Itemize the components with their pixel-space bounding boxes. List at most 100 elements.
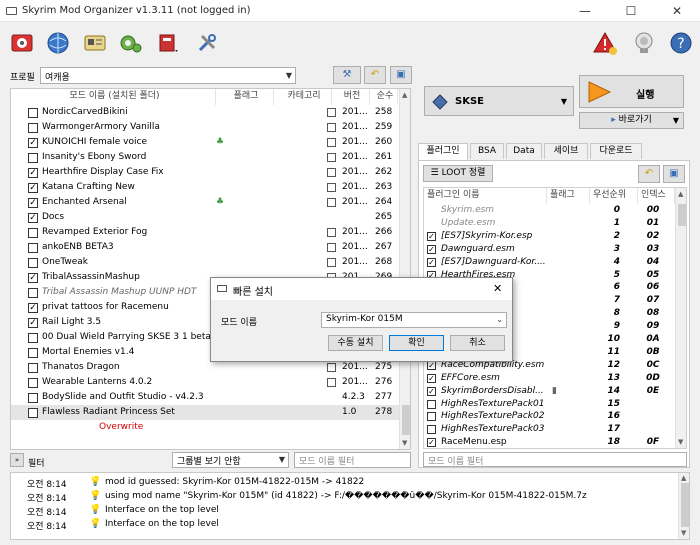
mod-row[interactable]: ✓ Katana Crafting New 201... 263 — [11, 180, 399, 195]
scroll-thumb[interactable] — [681, 483, 689, 527]
mod-checkbox[interactable] — [28, 393, 38, 403]
col-plugin-priority[interactable]: 우선순위 — [590, 188, 638, 204]
mod-checkbox[interactable] — [28, 108, 38, 118]
create-backup-button[interactable]: ▣ — [390, 66, 412, 84]
tab-saves[interactable]: 세이브 — [544, 143, 588, 159]
plugin-row[interactable]: ✓ [ES7]Dawnguard-Kor.... 4 04 — [424, 256, 675, 269]
mod-checkbox[interactable] — [28, 348, 38, 358]
toggle-filter-button[interactable]: » — [10, 453, 24, 467]
minimize-button[interactable]: — — [562, 0, 608, 22]
instance-icon[interactable] — [9, 30, 35, 56]
mod-checkbox[interactable]: ✓ — [28, 213, 38, 223]
mod-checkbox[interactable] — [28, 228, 38, 238]
plugins-backup-button[interactable]: ▣ — [663, 165, 685, 183]
log-scrollbar[interactable]: ▲ ▼ — [678, 473, 689, 539]
mod-checkbox[interactable] — [28, 243, 38, 253]
tab-bsa[interactable]: BSA — [470, 143, 504, 159]
plugin-row[interactable]: Update.esm 1 01 — [424, 217, 675, 230]
mod-checkbox[interactable] — [28, 153, 38, 163]
col-priority[interactable]: 순수 — [370, 89, 398, 105]
tab-data[interactable]: Data — [506, 143, 542, 159]
settings-icon[interactable] — [194, 30, 220, 56]
plugin-row[interactable]: ✓ SkyrimBordersDisabl... ▮ 14 0E — [424, 385, 675, 398]
col-mod-name[interactable]: 모드 이름 (설치된 폴더) — [11, 89, 216, 105]
mod-checkbox[interactable]: ✓ — [28, 198, 38, 208]
mod-checkbox[interactable] — [28, 333, 38, 343]
plugin-checkbox[interactable] — [427, 399, 436, 409]
mod-checkbox[interactable] — [28, 288, 38, 298]
mod-checkbox[interactable] — [28, 258, 38, 268]
browser-icon[interactable] — [45, 30, 71, 56]
run-button[interactable]: 실행 — [579, 75, 684, 108]
profile-select[interactable]: 여캐용 ▼ — [40, 67, 296, 84]
executables-icon[interactable] — [117, 30, 143, 56]
scroll-thumb[interactable] — [678, 204, 686, 226]
mod-row[interactable]: OneTweak 201... 268 — [11, 255, 399, 270]
mod-checkbox[interactable] — [28, 378, 38, 388]
mod-checkbox[interactable]: ✓ — [28, 183, 38, 193]
col-plugin-flags[interactable]: 플래그 — [547, 188, 590, 204]
mod-row[interactable]: ✓ Hearthfire Display Case Fix 201... 262 — [11, 165, 399, 180]
mod-list[interactable]: 모드 이름 (설치된 폴더) 플래그 카테고리 버전 순수 NordicCarv… — [10, 88, 411, 450]
overwrite-row[interactable]: Overwrite — [11, 420, 399, 435]
restore-backup-button[interactable]: ↶ — [364, 66, 386, 84]
mod-row[interactable]: Wearable Lanterns 4.0.2 201... 276 — [11, 375, 399, 390]
dialog-close-button[interactable]: ✕ — [493, 282, 502, 295]
plugin-checkbox[interactable] — [427, 412, 436, 422]
close-button[interactable]: ✕ — [654, 0, 700, 22]
mod-row[interactable]: WarmongerArmory Vanilla 201... 259 — [11, 120, 399, 135]
scroll-thumb[interactable] — [402, 405, 410, 435]
plugin-checkbox[interactable]: ✓ — [427, 373, 436, 383]
loot-sort-button[interactable]: ☰ LOOT 정렬 — [423, 165, 493, 182]
plugin-checkbox[interactable]: ✓ — [427, 360, 436, 370]
mod-row[interactable]: Insanity's Ebony Sword 201... 261 — [11, 150, 399, 165]
plugin-checkbox[interactable]: ✓ — [427, 231, 436, 241]
mod-row[interactable]: ✓ Docs 265 — [11, 210, 399, 225]
mod-row[interactable]: Flawless Radiant Princess Set 1.0 278 — [11, 405, 399, 420]
plugin-checkbox[interactable]: ✓ — [427, 438, 436, 448]
plugin-checkbox[interactable]: ✓ — [427, 244, 436, 254]
plugins-restore-button[interactable]: ↶ — [638, 165, 660, 183]
mod-row[interactable]: ✓ Enchanted Arsenal ♣ 201... 264 — [11, 195, 399, 210]
ok-button[interactable]: 확인 — [389, 335, 444, 351]
col-plugin-index[interactable]: 인덱스 — [638, 188, 675, 204]
mod-checkbox[interactable] — [28, 123, 38, 133]
plugin-row[interactable]: Skyrim.esm 0 00 — [424, 204, 675, 217]
cancel-button[interactable]: 취소 — [450, 335, 505, 351]
plugin-filter-input[interactable]: 모드 이름 필터 — [423, 452, 687, 467]
plugin-row[interactable]: ✓ EFFCore.esm 13 0D — [424, 372, 675, 385]
plugin-row[interactable]: ✓ Dawnguard.esm 3 03 — [424, 243, 675, 256]
mod-row[interactable]: BodySlide and Outfit Studio - v4.2.3 4.2.… — [11, 390, 399, 405]
mod-checkbox[interactable]: ✓ — [28, 138, 38, 148]
plugin-checkbox[interactable]: ✓ — [427, 257, 436, 267]
tab-downloads[interactable]: 다운로드 — [590, 143, 642, 159]
problems-icon[interactable] — [592, 30, 618, 56]
plugin-checkbox[interactable]: ✓ — [427, 386, 436, 396]
help-icon[interactable]: ? — [668, 30, 694, 56]
mod-row[interactable]: ✓ KUNOICHI female voice ♣ 201... 260 — [11, 135, 399, 150]
plugin-row[interactable]: ✓ RaceMenu.esp 18 0F — [424, 436, 675, 448]
col-version[interactable]: 버전 — [332, 89, 370, 105]
col-flags[interactable]: 플래그 — [216, 89, 274, 105]
shortcut-button[interactable]: ▸ 바로가기 ▼ — [579, 112, 684, 129]
col-plugin-name[interactable]: 플러그인 이름 — [424, 188, 547, 204]
maximize-button[interactable]: ☐ — [608, 0, 654, 22]
mod-checkbox[interactable]: ✓ — [28, 168, 38, 178]
mod-actions-button[interactable]: ⚒ — [333, 66, 361, 84]
plugin-row[interactable]: ✓ [ES7]Skyrim-Kor.esp 2 02 — [424, 230, 675, 243]
mod-filter-input[interactable]: 모드 이름 필터 — [294, 452, 411, 468]
tab-plugins[interactable]: 플러그인 — [418, 143, 468, 160]
mod-checkbox[interactable] — [28, 408, 38, 418]
mod-checkbox[interactable]: ✓ — [28, 303, 38, 313]
mod-name-input[interactable]: Skyrim-Kor 015M ⌄ — [321, 312, 507, 328]
plugin-row[interactable]: HighResTexturePack01... 15 — [424, 398, 675, 411]
group-select[interactable]: 그룹별 보기 안함 ▼ — [172, 452, 289, 468]
manual-install-button[interactable]: 수동 설치 — [328, 335, 383, 351]
mod-row[interactable]: Thanatos Dragon 201... 275 — [11, 360, 399, 375]
plugin-row[interactable]: HighResTexturePack02... 16 — [424, 410, 675, 423]
mod-checkbox[interactable]: ✓ — [28, 273, 38, 283]
mod-list-scrollbar[interactable]: ▲ ▼ — [399, 89, 410, 449]
mod-checkbox[interactable]: ✓ — [28, 318, 38, 328]
profiles-icon[interactable] — [82, 30, 108, 56]
plugin-row[interactable]: HighResTexturePack03... 17 — [424, 423, 675, 436]
